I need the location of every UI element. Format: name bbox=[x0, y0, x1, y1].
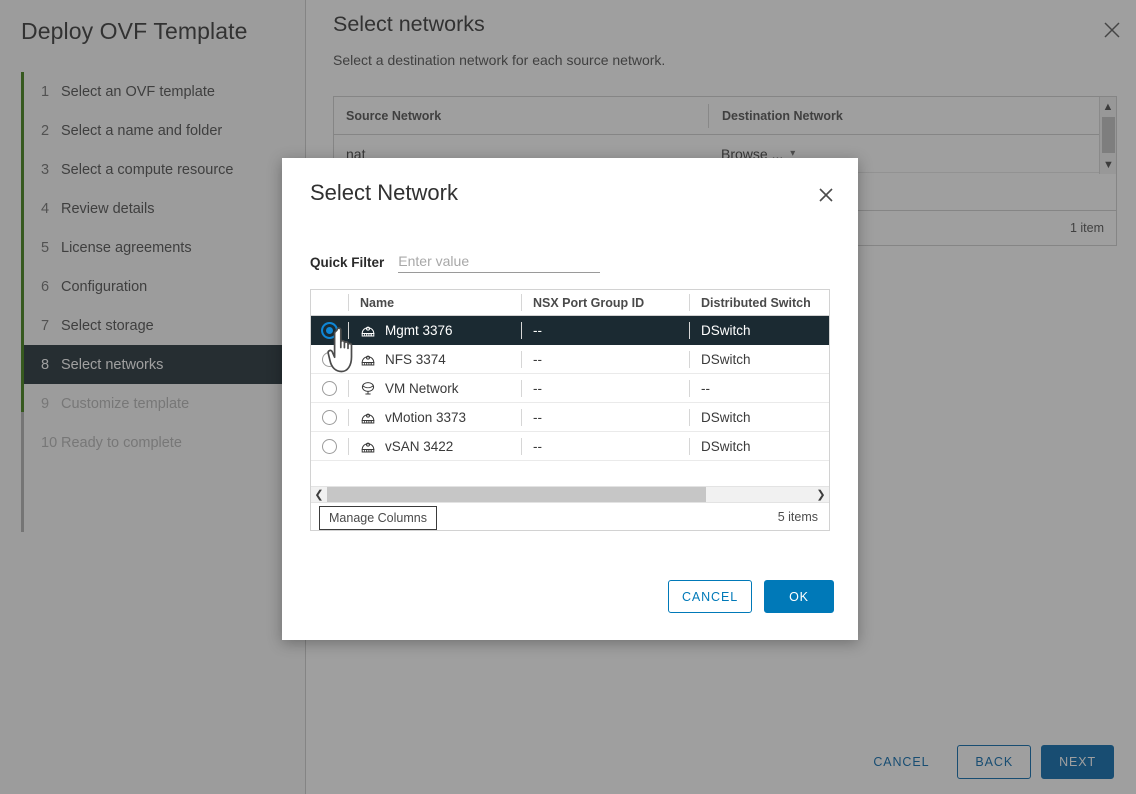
cell-distributed-switch: DSwitch bbox=[690, 410, 829, 425]
radio-button[interactable] bbox=[322, 352, 337, 367]
column-header-nsx-port-group-id[interactable]: NSX Port Group ID bbox=[522, 296, 689, 310]
cell-nsx-port-group-id: -- bbox=[522, 352, 689, 367]
row-radio-cell[interactable] bbox=[311, 410, 348, 425]
cell-name: VM Network bbox=[349, 380, 521, 396]
cell-name-text: Mgmt 3376 bbox=[385, 323, 453, 338]
radio-button[interactable] bbox=[322, 439, 337, 454]
radio-button[interactable] bbox=[322, 323, 337, 338]
scrollbar-track[interactable] bbox=[327, 487, 813, 503]
row-radio-cell[interactable] bbox=[311, 439, 348, 454]
grid-row-vsan-3422[interactable]: vSAN 3422 -- DSwitch bbox=[311, 432, 829, 461]
cell-distributed-switch: DSwitch bbox=[690, 439, 829, 454]
modal-title: Select Network bbox=[310, 180, 458, 206]
cell-nsx-port-group-id: -- bbox=[522, 410, 689, 425]
cell-name: vSAN 3422 bbox=[349, 438, 521, 454]
distributed-port-group-icon bbox=[360, 322, 376, 338]
quick-filter-label: Quick Filter bbox=[310, 255, 384, 273]
cell-name: NFS 3374 bbox=[349, 351, 521, 367]
cell-name: Mgmt 3376 bbox=[349, 322, 521, 338]
row-radio-cell[interactable] bbox=[311, 323, 348, 338]
cell-name: vMotion 3373 bbox=[349, 409, 521, 425]
modal-action-bar: CANCEL OK bbox=[668, 580, 834, 613]
cell-nsx-port-group-id: -- bbox=[522, 323, 689, 338]
grid-row-mgmt-3376[interactable]: Mgmt 3376 -- DSwitch bbox=[311, 316, 829, 345]
quick-filter-input[interactable] bbox=[398, 250, 600, 273]
grid-row-vmotion-3373[interactable]: vMotion 3373 -- DSwitch bbox=[311, 403, 829, 432]
chevron-left-icon[interactable]: ❮ bbox=[311, 487, 327, 503]
network-grid: Name NSX Port Group ID Distributed Switc… bbox=[310, 289, 830, 531]
item-count: 5 items bbox=[778, 510, 818, 524]
cell-distributed-switch: -- bbox=[690, 381, 829, 396]
close-icon[interactable] bbox=[816, 185, 836, 205]
radio-button[interactable] bbox=[322, 381, 337, 396]
grid-empty-area bbox=[311, 461, 829, 486]
cell-name-text: VM Network bbox=[385, 381, 459, 396]
standard-network-icon bbox=[360, 380, 376, 396]
cell-nsx-port-group-id: -- bbox=[522, 439, 689, 454]
cell-distributed-switch: DSwitch bbox=[690, 352, 829, 367]
row-radio-cell[interactable] bbox=[311, 352, 348, 367]
cancel-button[interactable]: CANCEL bbox=[668, 580, 752, 613]
distributed-port-group-icon bbox=[360, 409, 376, 425]
horizontal-scrollbar[interactable]: ❮ ❯ bbox=[311, 486, 829, 502]
quick-filter-row: Quick Filter bbox=[310, 250, 600, 273]
cell-name-text: vSAN 3422 bbox=[385, 439, 453, 454]
distributed-port-group-icon bbox=[360, 351, 376, 367]
screen: Deploy OVF Template 1 Select an OVF temp… bbox=[0, 0, 1136, 794]
cell-name-text: NFS 3374 bbox=[385, 352, 446, 367]
radio-button[interactable] bbox=[322, 410, 337, 425]
grid-footer: Manage Columns 5 items bbox=[311, 502, 829, 530]
grid-row-vm-network[interactable]: VM Network -- -- bbox=[311, 374, 829, 403]
scrollbar-thumb[interactable] bbox=[327, 487, 706, 503]
cell-distributed-switch: DSwitch bbox=[690, 323, 829, 338]
row-radio-cell[interactable] bbox=[311, 381, 348, 396]
distributed-port-group-icon bbox=[360, 438, 376, 454]
ok-button[interactable]: OK bbox=[764, 580, 834, 613]
select-network-modal: Select Network Quick Filter Name NSX Por… bbox=[282, 158, 858, 640]
manage-columns-button[interactable]: Manage Columns bbox=[319, 506, 437, 530]
cell-name-text: vMotion 3373 bbox=[385, 410, 466, 425]
column-header-distributed-switch[interactable]: Distributed Switch bbox=[690, 296, 829, 310]
chevron-right-icon[interactable]: ❯ bbox=[813, 487, 829, 503]
grid-header: Name NSX Port Group ID Distributed Switc… bbox=[311, 290, 829, 316]
cell-nsx-port-group-id: -- bbox=[522, 381, 689, 396]
grid-row-nfs-3374[interactable]: NFS 3374 -- DSwitch bbox=[311, 345, 829, 374]
column-header-name[interactable]: Name bbox=[349, 296, 521, 310]
